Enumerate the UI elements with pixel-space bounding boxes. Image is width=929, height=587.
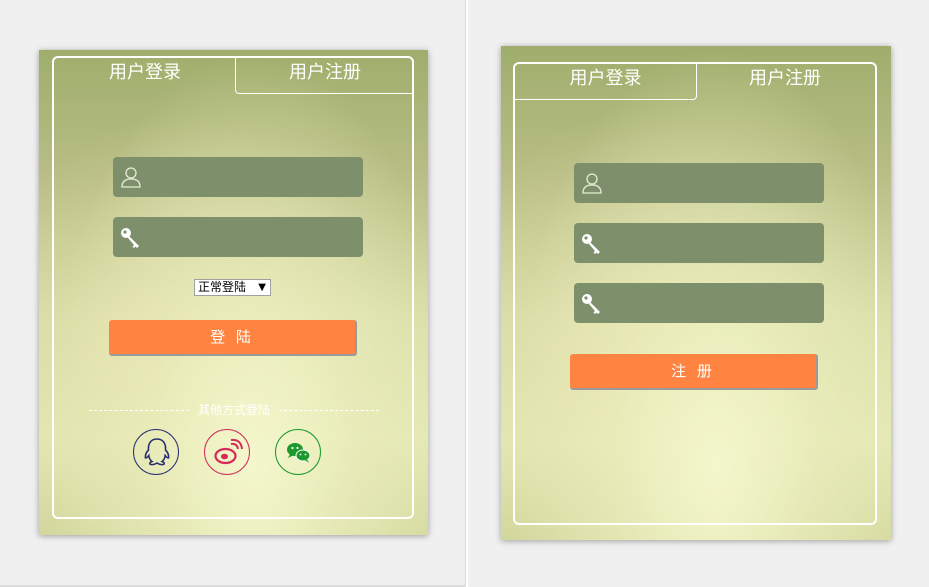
tab-register[interactable]: 用户注册 [695, 62, 875, 100]
login-mode-select[interactable]: 正常登陆 ▼ [194, 279, 271, 296]
login-mode-value: 正常登陆 [198, 280, 247, 294]
wechat-icon [287, 443, 311, 463]
key-icon [580, 231, 604, 255]
qq-login-button[interactable] [133, 429, 179, 475]
reg-confirm-password-input[interactable] [610, 283, 822, 325]
other-login-divider: 其他方式登陆 [89, 402, 379, 418]
divider-line-left [89, 410, 189, 411]
username-input[interactable] [149, 157, 361, 199]
reg-password-input[interactable] [610, 223, 822, 265]
chevron-down-icon: ▼ [258, 282, 266, 293]
login-card: 用户登录 用户注册 正常登陆 ▼ 登 陆 其他方式登陆 [39, 50, 428, 535]
reg-confirm-password-field[interactable] [574, 283, 824, 325]
login-button[interactable]: 登 陆 [109, 320, 357, 356]
reg-password-field[interactable] [574, 223, 824, 265]
username-field[interactable] [113, 157, 363, 199]
key-icon [580, 291, 604, 315]
tab-login[interactable]: 用户登录 [54, 56, 236, 94]
wechat-login-button[interactable] [275, 429, 321, 475]
weibo-icon [214, 438, 243, 465]
password-field[interactable] [113, 217, 363, 259]
key-icon [119, 225, 143, 249]
user-icon [580, 171, 604, 195]
register-card: 用户登录 用户注册 注 册 [501, 46, 891, 540]
weibo-login-button[interactable] [204, 429, 250, 475]
divider-line-right [279, 410, 379, 411]
reg-username-field[interactable] [574, 163, 824, 205]
password-input[interactable] [149, 217, 361, 259]
reg-username-input[interactable] [610, 163, 822, 205]
tab-register[interactable]: 用户注册 [235, 56, 414, 94]
user-icon [119, 165, 143, 189]
qq-icon [144, 438, 170, 466]
tab-login[interactable]: 用户登录 [515, 62, 697, 100]
register-button[interactable]: 注 册 [570, 354, 818, 390]
other-login-label: 其他方式登陆 [197, 403, 270, 417]
